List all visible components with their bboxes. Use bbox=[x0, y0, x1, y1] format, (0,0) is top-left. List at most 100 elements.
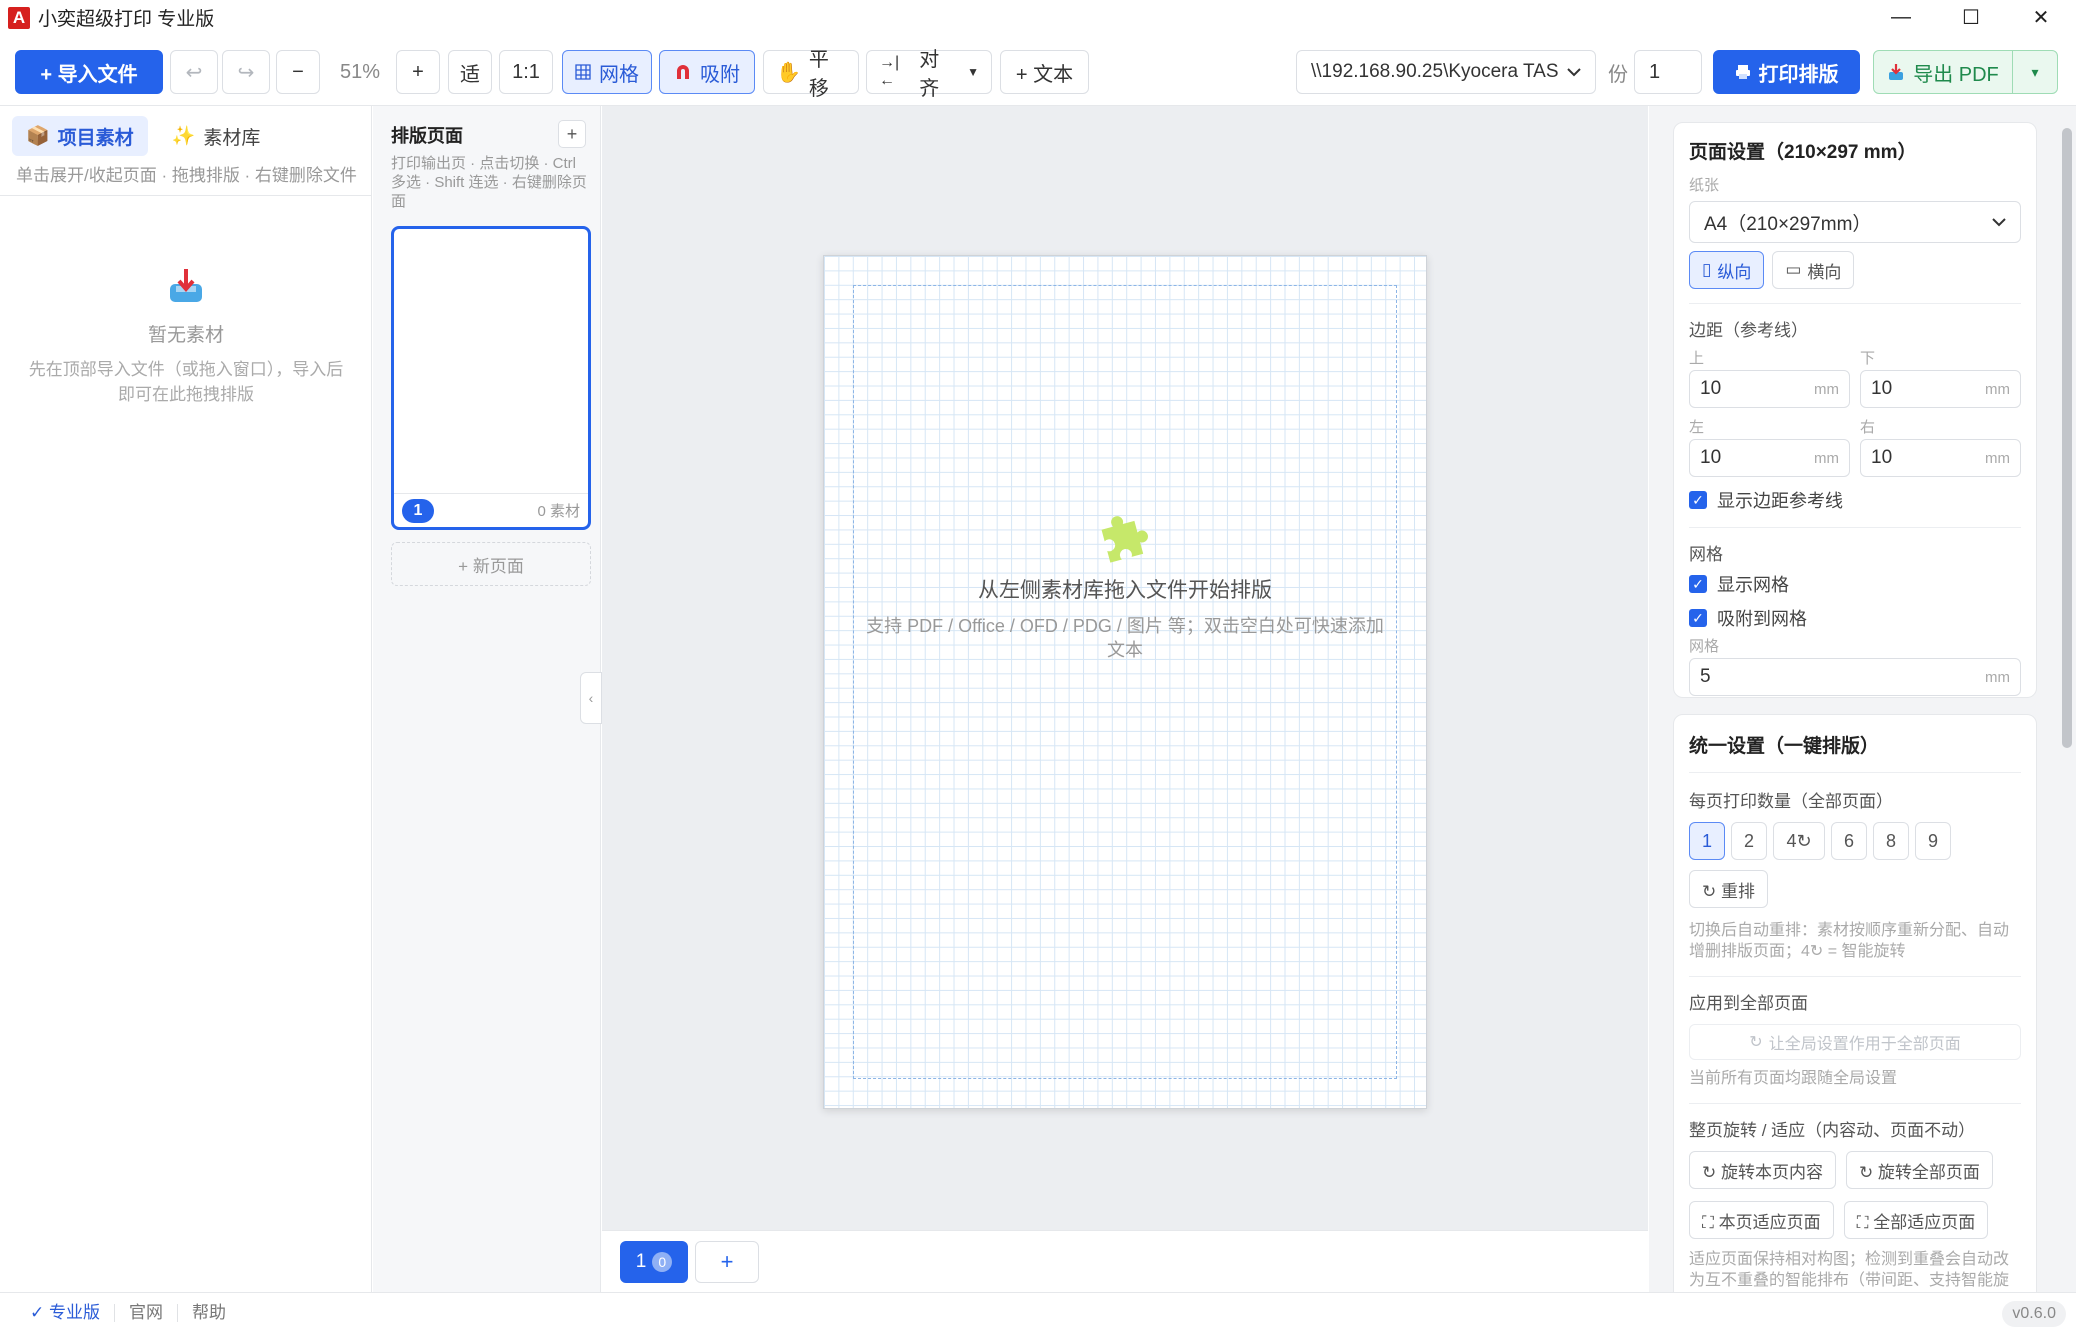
export-pdf-button[interactable]: 导出 PDF bbox=[1873, 50, 2013, 94]
material-panel: 📦 项目素材 ✨ 素材库 单击展开/收起页面 · 拖拽排版 · 右键删除文件 暂… bbox=[0, 106, 372, 1292]
unified-title: 统一设置（一键排版） bbox=[1689, 736, 1880, 757]
margin-right-input[interactable]: 10 mm bbox=[1860, 439, 2021, 477]
unit-label: mm bbox=[1985, 668, 2010, 686]
fit-page-button[interactable]: ⛶ 本页适应页面 bbox=[1689, 1201, 1834, 1239]
per-page-label: 每页打印数量（全部页面） bbox=[1689, 792, 1893, 811]
add-page-button[interactable]: + bbox=[558, 120, 586, 148]
zoom-out-button[interactable]: − bbox=[276, 50, 320, 94]
paper-page[interactable]: 从左侧素材库拖入文件开始排版 支持 PDF / Office / OFD / P… bbox=[823, 255, 1427, 1109]
margin-right-label: 右 bbox=[1860, 419, 1876, 436]
settings-scrollbar[interactable] bbox=[2058, 106, 2076, 1292]
reflow-hint: 切换后自动重排：素材按顺序重新分配、自动增删排版页面；4↻ = 智能旋转 bbox=[1689, 922, 2010, 960]
grid-section-label: 网格 bbox=[1689, 545, 1723, 564]
printer-value: \\192.168.90.25\Kyocera TAS bbox=[1311, 61, 1559, 82]
margin-guide bbox=[853, 285, 1397, 1079]
apply-global-button[interactable]: ↻ 让全局设置作用于全部页面 bbox=[1689, 1024, 2021, 1060]
margin-top-label: 上 bbox=[1689, 350, 1705, 367]
portrait-button[interactable]: ▯ 纵向 bbox=[1689, 251, 1765, 289]
actual-size-button[interactable]: 1:1 bbox=[499, 50, 553, 94]
tab-project-label: 项目素材 bbox=[57, 127, 134, 149]
unit-label: mm bbox=[1985, 449, 2010, 467]
tab-project-materials[interactable]: 📦 项目素材 bbox=[12, 116, 148, 156]
margin-top-input[interactable]: 10 mm bbox=[1689, 370, 1850, 408]
snap-grid-label: 吸附到网格 bbox=[1717, 609, 1807, 629]
margin-bottom-input[interactable]: 10 mm bbox=[1860, 370, 2021, 408]
print-layout-button[interactable]: 打印排版 bbox=[1713, 50, 1860, 94]
tab-material-library[interactable]: ✨ 素材库 bbox=[158, 116, 275, 156]
official-site-link[interactable]: 官网 bbox=[115, 1304, 178, 1322]
grid-size-input[interactable]: 5 mm bbox=[1689, 658, 2021, 696]
margin-bottom-value: 10 bbox=[1871, 378, 1893, 399]
copies-input[interactable]: 1 bbox=[1634, 50, 1702, 94]
paper-size-value: A4（210×297mm） bbox=[1704, 213, 1872, 235]
help-link[interactable]: 帮助 bbox=[178, 1304, 240, 1322]
check-icon: ✓ bbox=[1689, 491, 1707, 509]
paper-label: 纸张 bbox=[1689, 177, 1720, 194]
rotate-page-button[interactable]: ↻ 旋转本页内容 bbox=[1689, 1151, 1836, 1189]
reflow-button[interactable]: ↻ 重排 bbox=[1689, 870, 1768, 908]
align-dropdown-button[interactable]: →|← 对齐 ▼ bbox=[866, 49, 992, 100]
sparkle-icon: ✨ bbox=[171, 126, 196, 147]
minimize-button[interactable]: — bbox=[1866, 0, 1936, 35]
pan-label: 平移 bbox=[808, 49, 829, 100]
per-page-option[interactable]: 6 bbox=[1831, 822, 1867, 860]
canvas-empty-desc: 支持 PDF / Office / OFD / PDG / 图片 等；双击空白处… bbox=[866, 616, 1384, 660]
grid-label: 网格 bbox=[599, 63, 639, 86]
snap-grid-checkbox[interactable]: ✓ 吸附到网格 bbox=[1689, 605, 2021, 631]
fit-all-button[interactable]: ⛶ 全部适应页面 bbox=[1843, 1201, 1989, 1239]
window-title: 小奕超级打印 专业版 bbox=[38, 9, 215, 30]
snap-toggle-button[interactable]: 吸附 bbox=[659, 50, 755, 94]
main-toolbar: + 导入文件 ↩ ↪ − 51% + 适 1:1 网格 吸附 ✋ 平移 →|← … bbox=[0, 38, 2076, 106]
check-icon: ✓ bbox=[1689, 609, 1707, 627]
tab-library-label: 素材库 bbox=[203, 127, 261, 149]
add-text-button[interactable]: + 文本 bbox=[1000, 50, 1089, 94]
grid-size-label: 网格 bbox=[1689, 638, 1720, 655]
per-page-option[interactable]: 1 bbox=[1689, 822, 1725, 860]
import-file-button[interactable]: + 导入文件 bbox=[15, 50, 163, 94]
per-page-option[interactable]: 8 bbox=[1873, 822, 1909, 860]
per-page-option[interactable]: 4↻ bbox=[1773, 822, 1825, 860]
show-grid-label: 显示网格 bbox=[1717, 575, 1789, 595]
landscape-button[interactable]: ▭ 横向 bbox=[1772, 251, 1855, 289]
box-icon: 📦 bbox=[26, 126, 50, 147]
export-menu-button[interactable]: ▾ bbox=[2012, 50, 2058, 94]
grid-toggle-button[interactable]: 网格 bbox=[562, 50, 652, 94]
copies-label: 份 bbox=[1608, 63, 1628, 86]
rotate-all-button[interactable]: ↻ 旋转全部页面 bbox=[1845, 1151, 1993, 1189]
zoom-in-button[interactable]: + bbox=[396, 50, 440, 94]
scrollbar-thumb[interactable] bbox=[2062, 128, 2072, 748]
undo-button[interactable]: ↩ bbox=[170, 50, 218, 94]
pan-button[interactable]: ✋ 平移 bbox=[763, 49, 859, 100]
add-page-tab-button[interactable]: + bbox=[695, 1241, 759, 1283]
show-margin-checkbox[interactable]: ✓ 显示边距参考线 bbox=[1689, 487, 2021, 513]
page-tab-1[interactable]: 1 0 bbox=[620, 1241, 688, 1283]
align-icon: →|← bbox=[879, 54, 900, 89]
per-page-option[interactable]: 9 bbox=[1915, 822, 1951, 860]
fit-button[interactable]: 适 bbox=[448, 50, 492, 94]
page-tab-bar: 1 0 + bbox=[602, 1230, 1648, 1292]
margin-top-value: 10 bbox=[1700, 378, 1722, 399]
export-icon bbox=[1889, 64, 1904, 80]
close-button[interactable]: ✕ bbox=[2006, 0, 2076, 35]
collapse-panel-handle[interactable]: ‹ bbox=[580, 672, 602, 724]
maximize-button[interactable]: ☐ bbox=[1936, 0, 2006, 35]
unit-label: mm bbox=[1814, 380, 1839, 398]
print-label: 打印排版 bbox=[1758, 63, 1839, 86]
unified-settings-card: 统一设置（一键排版） 每页打印数量（全部页面） 1 2 4↻ 6 8 9 ↻ 重… bbox=[1673, 714, 2037, 1292]
page-thumbnail[interactable]: 1 0 素材 bbox=[391, 226, 591, 530]
hand-icon: ✋ bbox=[776, 61, 801, 84]
paper-size-select[interactable]: A4（210×297mm） bbox=[1689, 201, 2021, 243]
show-grid-checkbox[interactable]: ✓ 显示网格 bbox=[1689, 571, 2021, 597]
per-page-option[interactable]: 2 bbox=[1731, 822, 1767, 860]
export-label: 导出 PDF bbox=[1913, 63, 1999, 86]
portrait-label: 纵向 bbox=[1717, 262, 1752, 282]
landscape-icon: ▭ bbox=[1785, 260, 1802, 279]
printer-select[interactable]: \\192.168.90.25\Kyocera TAS bbox=[1296, 50, 1596, 94]
redo-button[interactable]: ↪ bbox=[222, 50, 270, 94]
new-page-button[interactable]: + 新页面 bbox=[391, 542, 591, 586]
grid-size-value: 5 bbox=[1700, 666, 1711, 687]
margin-left-input[interactable]: 10 mm bbox=[1689, 439, 1850, 477]
pro-edition-link[interactable]: ✓ 专业版 bbox=[0, 1304, 115, 1322]
pages-panel-hint: 打印输出页 · 点击切换 · Ctrl 多选 · Shift 连选 · 右键删除… bbox=[391, 155, 587, 210]
align-label: 对齐 bbox=[919, 49, 940, 100]
